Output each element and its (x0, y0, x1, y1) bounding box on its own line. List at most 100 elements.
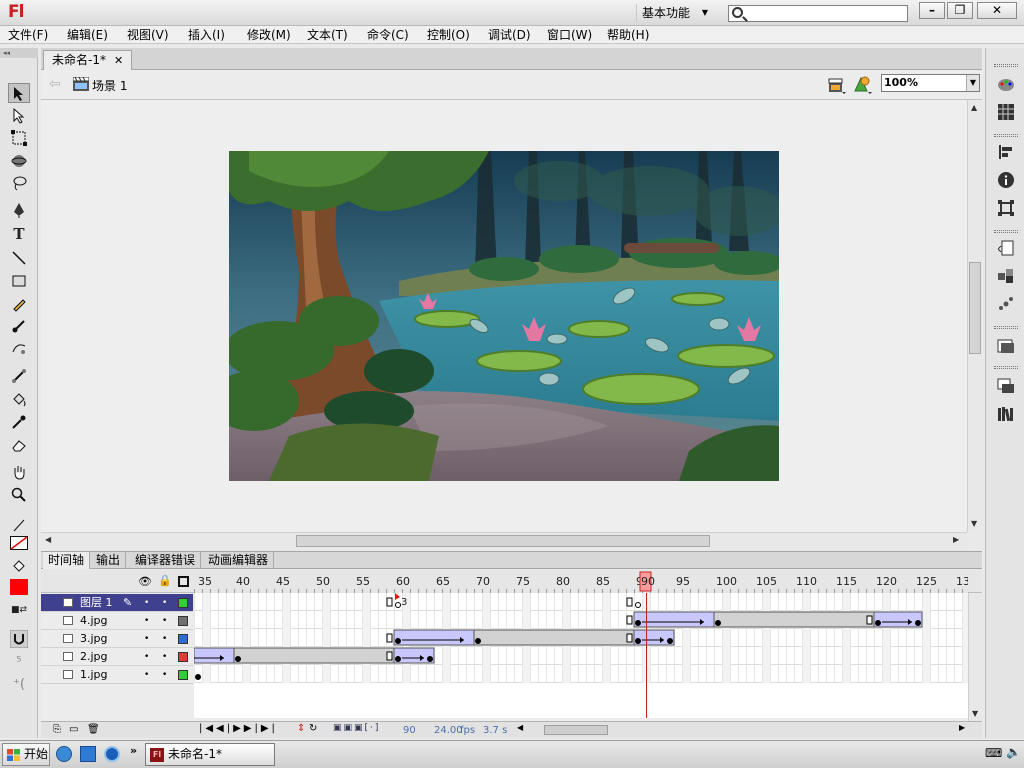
color-palette-icon[interactable] (996, 76, 1016, 96)
lock-dot-icon[interactable]: • (162, 648, 167, 666)
document-tab[interactable]: 未命名-1* ✕ (43, 50, 133, 70)
visible-dot-icon[interactable]: • (144, 612, 149, 630)
close-button[interactable]: ✕ (977, 2, 1017, 19)
chevron-down-icon[interactable]: ▼ (966, 75, 979, 91)
visible-dot-icon[interactable]: • (144, 648, 149, 666)
new-folder-icon[interactable]: ▭ (69, 724, 78, 735)
scrollbar-thumb[interactable] (296, 535, 710, 547)
panel-collapse-grip[interactable]: ◂◂ (0, 48, 38, 58)
project-icon[interactable] (996, 338, 1016, 358)
start-button[interactable]: 开始 (2, 743, 50, 766)
outline-color-swatch[interactable] (178, 652, 188, 662)
outline-color-swatch[interactable] (178, 670, 188, 680)
tab-motion-editor[interactable]: 动画编辑器 (203, 552, 275, 569)
transform-icon[interactable] (996, 200, 1016, 220)
menu-modify[interactable]: 修改(M) (247, 27, 291, 43)
tab-timeline[interactable]: 时间轴 (43, 552, 91, 569)
lock-dot-icon[interactable]: • (162, 612, 167, 630)
scroll-down-icon[interactable]: ▼ (971, 519, 977, 528)
panel-grip[interactable] (994, 326, 1018, 329)
ie-icon[interactable] (104, 746, 120, 762)
lasso-tool-icon[interactable] (8, 173, 30, 193)
fill-color-swatch[interactable] (8, 577, 30, 597)
visible-dot-icon[interactable]: • (144, 594, 149, 612)
tab-compiler-errors[interactable]: 编译器错误 (130, 552, 202, 569)
stage[interactable] (229, 151, 779, 481)
layer-row[interactable]: 4.jpg • • (41, 612, 193, 630)
stroke-color-icon[interactable] (8, 515, 30, 535)
menu-help[interactable]: 帮助(H) (607, 27, 649, 43)
library-icon[interactable] (996, 378, 1016, 398)
scroll-left-icon[interactable]: ◀ (45, 535, 51, 544)
code-snippets-icon[interactable] (996, 240, 1016, 260)
pasteboard[interactable] (41, 100, 967, 532)
motion-presets-icon[interactable] (996, 296, 1016, 316)
tab-output[interactable]: 输出 (91, 552, 127, 569)
menu-file[interactable]: 文件(F) (8, 27, 48, 43)
volume-icon[interactable]: 🔈 (1006, 745, 1021, 759)
scroll-right-icon[interactable]: ▶ (959, 723, 965, 732)
media-icon[interactable] (80, 746, 96, 762)
frame-ruler[interactable]: 35 40 45 50 55 60 65 70 75 80 85 90 95 100 105 110 115 12… (194, 570, 968, 593)
layer-name[interactable]: 4.jpg (80, 612, 108, 630)
scrollbar-thumb[interactable] (544, 725, 608, 735)
panel-grip[interactable] (994, 134, 1018, 137)
lock-dot-icon[interactable]: • (162, 666, 167, 684)
zoom-select[interactable]: 100% ▼ (881, 74, 980, 92)
hand-tool-icon[interactable] (8, 462, 30, 482)
visible-dot-icon[interactable]: • (144, 666, 149, 684)
layer-name[interactable]: 2.jpg (80, 648, 108, 666)
stage-horizontal-scrollbar[interactable]: ◀ ▶ (41, 532, 967, 548)
3d-rotation-tool-icon[interactable] (8, 151, 30, 171)
snap-to-objects-icon[interactable] (8, 628, 30, 648)
timeline-vertical-scrollbar[interactable]: ▼ (968, 593, 982, 721)
info-icon[interactable] (996, 172, 1016, 192)
menu-commands[interactable]: 命令(C) (367, 27, 409, 43)
zoom-tool-icon[interactable] (8, 485, 30, 505)
straighten-icon[interactable]: ⁺( (8, 675, 30, 695)
loop-icon[interactable]: ↻ (309, 723, 317, 734)
menu-edit[interactable]: 编辑(E) (67, 27, 108, 43)
lock-all-icon[interactable]: 🔒 (158, 574, 172, 587)
chevron-right-icon[interactable]: » (130, 744, 137, 757)
smooth-icon[interactable]: ⁵ (8, 653, 30, 673)
visible-dot-icon[interactable]: • (144, 630, 149, 648)
center-frame-icon[interactable]: ⇕ (297, 723, 305, 734)
menu-insert[interactable]: 插入(I) (188, 27, 225, 43)
panel-grip[interactable] (994, 64, 1018, 67)
scroll-up-icon[interactable]: ▲ (971, 103, 977, 112)
menu-text[interactable]: 文本(T) (307, 27, 348, 43)
selection-tool-icon[interactable] (8, 83, 30, 103)
minimize-button[interactable]: – (919, 2, 945, 19)
deco-tool-icon[interactable] (8, 338, 30, 358)
stroke-color-swatch[interactable] (8, 534, 30, 554)
browser-icon[interactable] (56, 746, 72, 762)
fill-color-icon[interactable] (8, 556, 30, 576)
menu-view[interactable]: 视图(V) (127, 27, 169, 43)
eraser-tool-icon[interactable] (8, 435, 30, 455)
keyboard-icon[interactable]: ⌨ (985, 746, 1002, 760)
eyedropper-tool-icon[interactable] (8, 412, 30, 432)
delete-layer-icon[interactable]: 🗑 (87, 724, 100, 735)
edit-scene-icon[interactable] (827, 75, 847, 95)
current-frame[interactable]: 90 (403, 725, 416, 736)
frame-rate[interactable]: 24.00 (434, 725, 463, 736)
scroll-right-icon[interactable]: ▶ (953, 535, 959, 544)
text-tool-icon[interactable]: T (8, 224, 30, 244)
menu-debug[interactable]: 调试(D) (488, 27, 531, 43)
align-icon[interactable] (996, 144, 1016, 164)
scroll-left-icon[interactable]: ◀ (517, 723, 523, 732)
pencil-tool-icon[interactable] (8, 294, 30, 314)
components-icon[interactable] (996, 268, 1016, 288)
layer-row[interactable]: 1.jpg • • (41, 666, 193, 684)
layer-row[interactable]: 2.jpg • • (41, 648, 193, 666)
lock-dot-icon[interactable]: • (162, 630, 167, 648)
outline-color-swatch[interactable] (178, 616, 188, 626)
onion-skin-icons[interactable]: ▣▣▣[·] (333, 723, 380, 733)
swap-colors-icon[interactable]: ■⇄ (8, 600, 30, 620)
line-tool-icon[interactable] (8, 248, 30, 268)
subselection-tool-icon[interactable] (8, 106, 30, 126)
layer-name[interactable]: 3.jpg (80, 630, 108, 648)
help-search-input[interactable] (728, 5, 908, 22)
books-library-icon[interactable] (996, 406, 1016, 426)
